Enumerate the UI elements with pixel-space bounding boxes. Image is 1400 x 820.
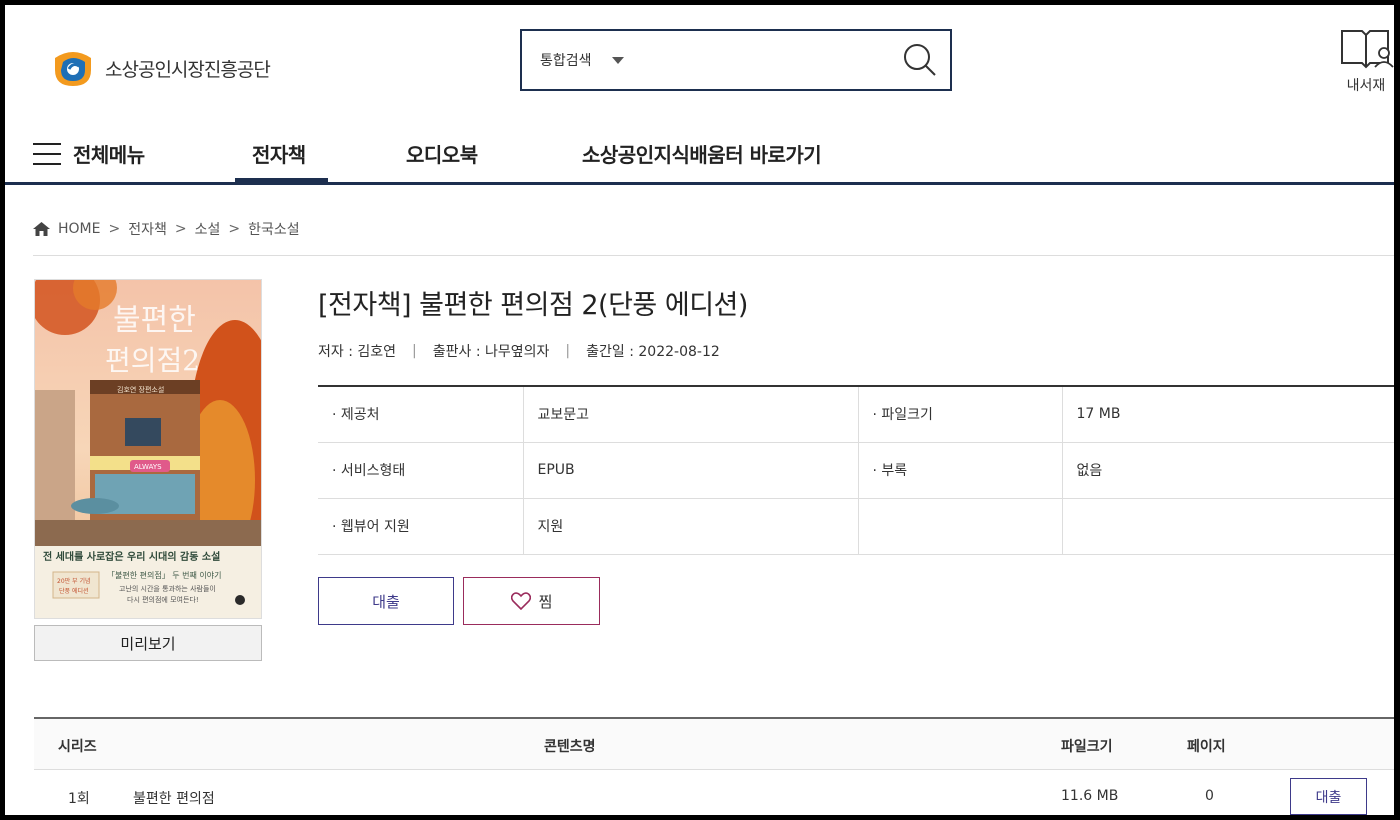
- page-frame: 소상공인시장진흥공단 통합검색 내서재 전체메뉴 전자책 오디오북 소상공인지식…: [5, 5, 1394, 815]
- info-key: · 웹뷰어 지원: [318, 498, 524, 555]
- col-pages: 페이지: [1187, 739, 1226, 755]
- cover-title-line1: 불편한: [113, 303, 196, 338]
- table-row: · 서비스형태 EPUB · 부록 없음: [318, 442, 1394, 499]
- book-meta: 저자 : 김호연 | 출판사 : 나무옆의자 | 출간일 : 2022-08-1…: [318, 341, 720, 361]
- series-no: 1회: [68, 791, 90, 807]
- col-size: 파일크기: [1061, 739, 1113, 755]
- hamburger-icon: [33, 142, 61, 165]
- divider: [33, 255, 1394, 256]
- cover-title-line2: 편의점2: [105, 344, 200, 377]
- col-series: 시리즈: [58, 739, 97, 755]
- cover-author: 김호연 장편소설: [117, 385, 164, 394]
- info-value: [1062, 498, 1394, 555]
- nav-active-indicator: [235, 178, 328, 182]
- table-row: · 제공처 교보문고 · 파일크기 17 MB: [318, 386, 1394, 443]
- org-logo[interactable]: 소상공인시장진흥공단: [51, 48, 271, 88]
- preview-button[interactable]: 미리보기: [34, 625, 262, 661]
- breadcrumb: HOME > 전자책 > 소설 > 한국소설: [33, 219, 300, 239]
- info-value: 교보문고: [523, 386, 859, 443]
- nav-audiobook[interactable]: 오디오북: [406, 139, 478, 168]
- wishlist-label: 찜: [538, 592, 553, 611]
- book-cover: 불편한 편의점2 김호연 장편소설 ALWAYS 전 세대를 사로잡은 우리 시…: [34, 279, 262, 619]
- series-table-header: 시리즈 콘텐츠명 파일크기 페이지: [34, 717, 1394, 770]
- cover-badge-2: 단풍 에디션: [59, 587, 89, 595]
- book-title: [전자책] 불편한 편의점 2(단풍 에디션): [318, 290, 748, 321]
- search-icon: [904, 44, 936, 76]
- cover-tagline: 전 세대를 사로잡은 우리 시대의 감동 소설: [43, 550, 220, 563]
- nav-ebook[interactable]: 전자책: [252, 139, 306, 168]
- org-name: 소상공인시장진흥공단: [105, 58, 271, 81]
- series-pages: 0: [1205, 788, 1214, 804]
- book-author: 저자 : 김호연: [318, 344, 397, 360]
- series-loan-button[interactable]: 대출: [1290, 778, 1367, 815]
- info-value: EPUB: [523, 442, 859, 499]
- info-key: · 제공처: [318, 386, 524, 443]
- wishlist-button[interactable]: 찜: [463, 577, 600, 625]
- nav-knowledge-center[interactable]: 소상공인지식배움터 바로가기: [582, 139, 822, 168]
- home-icon: [33, 222, 50, 236]
- my-library-label: 내서재: [1346, 78, 1386, 94]
- publisher-tree-icon: [235, 595, 245, 605]
- breadcrumb-ebook[interactable]: 전자책: [128, 219, 167, 239]
- search-scope-label: 통합검색: [540, 53, 592, 69]
- heart-icon: [510, 592, 531, 610]
- book-cover-image: 불편한 편의점2 김호연 장편소설 ALWAYS 전 세대를 사로잡은 우리 시…: [35, 280, 261, 618]
- info-key: · 파일크기: [858, 386, 1063, 443]
- all-menu-button[interactable]: 전체메뉴: [33, 139, 145, 168]
- info-key: · 부록: [858, 442, 1063, 499]
- cover-shop-sign: ALWAYS: [134, 463, 162, 471]
- breadcrumb-korean-novel[interactable]: 한국소설: [248, 219, 300, 239]
- loan-button[interactable]: 대출: [318, 577, 454, 625]
- breadcrumb-separator: >: [174, 221, 187, 237]
- meta-separator: |: [565, 343, 571, 359]
- book-info-table: · 제공처 교보문고 · 파일크기 17 MB · 서비스형태 EPUB · 부…: [318, 385, 1394, 555]
- cover-sub2: 고난의 시간을 통과하는 사람들이: [119, 584, 216, 593]
- breadcrumb-separator: >: [108, 221, 121, 237]
- table-row: 1회 불편한 편의점 11.6 MB 0 대출: [34, 770, 1394, 815]
- cover-sub1: 「불편한 편의점」 두 번째 이야기: [107, 570, 222, 580]
- cover-badge-1: 20만 부 기념: [57, 577, 91, 585]
- org-logo-icon: [55, 52, 91, 86]
- info-value: 없음: [1062, 442, 1394, 499]
- info-key: [858, 498, 1063, 555]
- breadcrumb-separator: >: [228, 221, 241, 237]
- search-bar: 통합검색: [520, 29, 952, 91]
- search-input[interactable]: [623, 31, 890, 89]
- breadcrumb-home[interactable]: HOME: [58, 221, 100, 237]
- meta-separator: |: [412, 343, 417, 359]
- info-key: · 서비스형태: [318, 442, 524, 499]
- all-menu-label: 전체메뉴: [73, 143, 145, 167]
- search-scope-select[interactable]: 통합검색: [540, 50, 624, 70]
- book-publisher: 출판사 : 나무옆의자: [432, 344, 550, 360]
- cover-sub3: 다시 편의점에 모여든다!: [127, 595, 199, 604]
- main-nav: 전체메뉴 전자책 오디오북 소상공인지식배움터 바로가기: [5, 125, 1394, 185]
- search-button[interactable]: [890, 31, 950, 89]
- col-content: 콘텐츠명: [544, 739, 596, 755]
- table-row: · 웹뷰어 지원 지원: [318, 498, 1394, 555]
- info-value: 17 MB: [1062, 386, 1394, 443]
- breadcrumb-novel[interactable]: 소설: [195, 219, 221, 239]
- book-user-icon: [1341, 30, 1394, 69]
- my-library-button[interactable]: 내서재: [1338, 27, 1394, 95]
- info-value: 지원: [523, 498, 859, 555]
- book-pub-date: 출간일 : 2022-08-12: [586, 344, 720, 360]
- series-content-name[interactable]: 불편한 편의점: [133, 788, 215, 808]
- chevron-down-icon: [611, 56, 624, 64]
- series-size: 11.6 MB: [1061, 788, 1119, 804]
